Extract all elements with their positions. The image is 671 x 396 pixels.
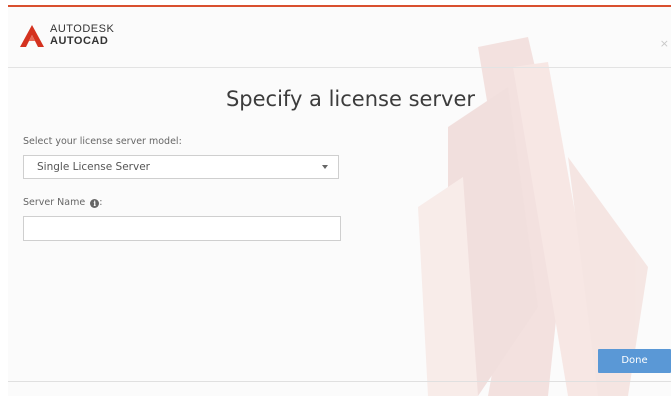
server-name-label: Server Name i: xyxy=(23,197,102,208)
license-model-value: Single License Server xyxy=(37,161,150,173)
close-icon[interactable]: × xyxy=(660,37,669,50)
chevron-down-icon xyxy=(322,165,328,169)
server-name-label-colon: : xyxy=(99,197,103,208)
brand-autodesk: AUTODESK xyxy=(50,23,115,35)
server-name-label-text: Server Name xyxy=(23,197,86,208)
server-name-input[interactable] xyxy=(23,216,341,241)
brand-autocad: AUTOCAD xyxy=(50,35,109,47)
autocad-logo-icon xyxy=(20,25,44,47)
product-brand: AUTODESK AUTOCAD xyxy=(50,23,114,47)
dialog-header: AUTODESK AUTOCAD × xyxy=(8,7,671,68)
footer-divider xyxy=(8,381,671,382)
done-button[interactable]: Done xyxy=(598,349,671,373)
license-model-select[interactable]: Single License Server xyxy=(23,155,339,179)
license-model-label: Select your license server model: xyxy=(23,136,182,147)
page-title: Specify a license server xyxy=(225,87,476,111)
license-dialog: AUTODESK AUTOCAD × Specify a license ser… xyxy=(8,5,671,396)
info-icon[interactable]: i xyxy=(90,199,100,208)
